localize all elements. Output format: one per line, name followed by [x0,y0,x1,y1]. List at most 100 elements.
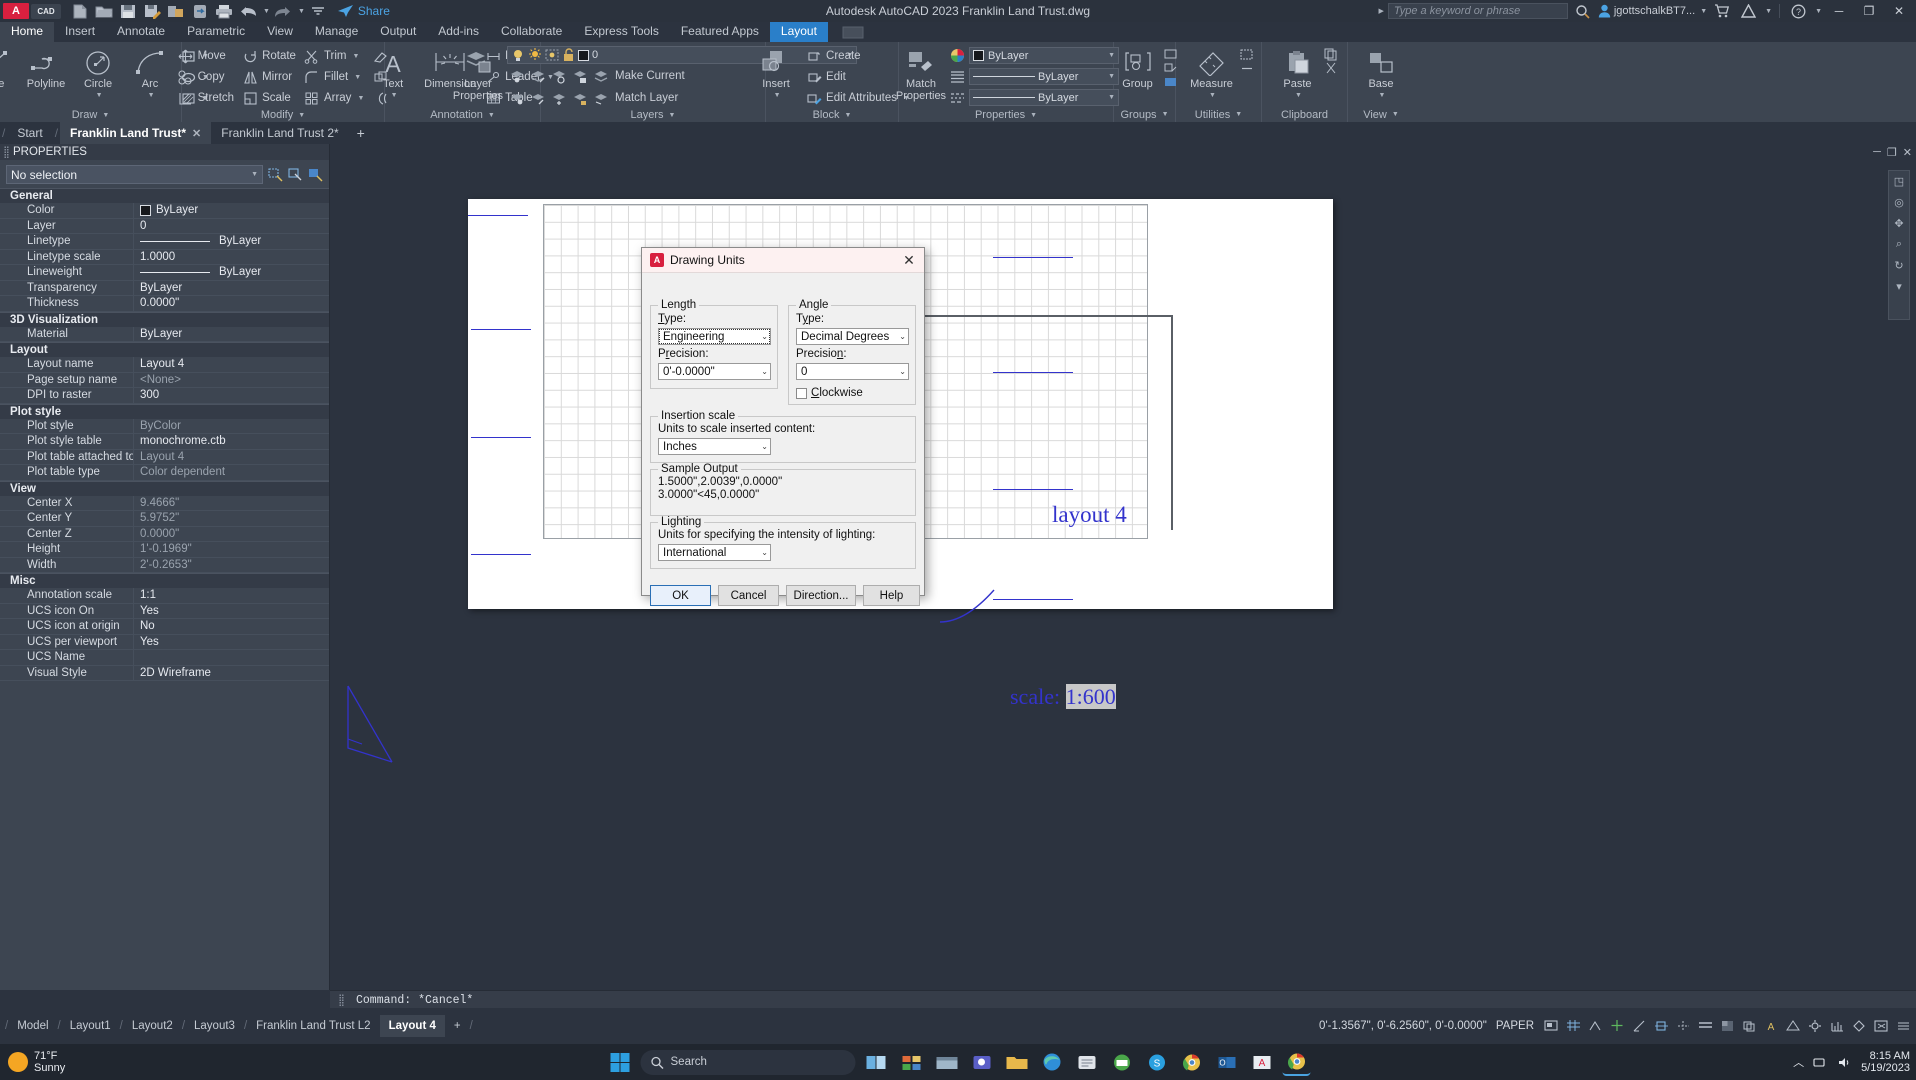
insertion-scale-chevron-down-icon[interactable]: ⌄ [761,442,768,451]
new-file-tab-button[interactable]: + [349,125,373,141]
space-mode-label[interactable]: PAPER [1492,1020,1538,1032]
drawing-close-icon[interactable]: ✕ [1903,146,1912,159]
copy-clip-icon[interactable] [1324,48,1338,61]
layer-freeze-icon[interactable] [528,66,548,86]
property-value-color[interactable]: ByLayer [133,203,329,218]
clockwise-checkbox[interactable] [796,387,807,399]
layer-off-icon[interactable] [549,66,569,86]
layer-merge-icon[interactable] [507,88,527,108]
quick-select-icon[interactable] [267,166,283,183]
annotation-panel-expand-icon[interactable]: ▼ [488,112,495,119]
layout-tab-layout1[interactable]: Layout1 [61,1015,120,1037]
property-row-dpi-to-raster[interactable]: DPI to raster 300 [0,388,329,404]
toggle-value-icon[interactable] [307,166,323,183]
circle-dropdown-icon[interactable]: ▼ [96,90,103,102]
property-row-ucs-per-viewport[interactable]: UCS per viewport Yes [0,634,329,650]
draw-circle-button[interactable]: Circle ▼ [72,46,124,102]
modify-panel-expand-icon[interactable]: ▼ [298,112,305,119]
modify-fillet-button[interactable]: Fillet ▼ [300,67,368,87]
ribbon-tab-parametric[interactable]: Parametric [176,22,256,42]
select-objects-icon[interactable] [287,166,303,183]
close-button[interactable]: ✕ [1886,0,1912,22]
layer-unlock-icon[interactable] [570,88,590,108]
close-icon[interactable]: ✕ [192,127,201,140]
ribbon-panel-overflow-icon[interactable] [842,22,864,42]
drawing-minimize-icon[interactable]: ─ [1873,146,1881,159]
text-dropdown-icon[interactable]: ▼ [391,90,398,102]
ribbon-tab-annotate[interactable]: Annotate [106,22,176,42]
user-account-menu[interactable]: jgottschalkBT7... ▼ [1598,4,1707,18]
property-row-plot-table-attached-to[interactable]: Plot table attached to Layout 4 [0,449,329,465]
redo-dropdown-icon[interactable]: ▼ [298,8,305,15]
ribbon-tab-collaborate[interactable]: Collaborate [490,22,573,42]
quick-select-icon[interactable] [1240,48,1254,61]
chevron-up-icon[interactable]: ︿ [1793,1054,1804,1070]
volume-icon[interactable] [1837,1056,1852,1069]
property-value-annotation-scale[interactable]: 1:1 [133,588,329,603]
isolate-objects-icon[interactable] [1851,1018,1868,1035]
hardware-accel-icon[interactable] [1829,1018,1846,1035]
export-icon[interactable] [165,1,187,21]
property-row-ucs-icon-on[interactable]: UCS icon On Yes [0,603,329,619]
category-plot-style[interactable]: Plot style [0,403,329,419]
layer-isolate-icon[interactable] [507,66,527,86]
angle-precision-chevron-down-icon[interactable]: ⌄ [899,367,906,376]
lineweight-combo[interactable]: ByLayer ▼ [969,89,1119,106]
ok-button[interactable]: OK [650,585,711,606]
nav-more-icon[interactable]: ▾ [1892,279,1906,293]
paste-button[interactable]: Paste ▼ [1272,46,1324,102]
draw-arc-button[interactable]: Arc ▼ [124,46,176,102]
property-value-ucs-name[interactable] [133,650,329,665]
mail-icon[interactable] [1108,1048,1136,1076]
ribbon-tab-express-tools[interactable]: Express Tools [573,22,669,42]
insert-block-button[interactable]: Insert ▼ [750,46,802,102]
draw-polyline-button[interactable]: Polyline [20,46,72,90]
angle-type-chevron-down-icon[interactable]: ⌄ [899,332,906,341]
modify-mirror-button[interactable]: Mirror [238,67,300,87]
layer-properties-button[interactable]: Layer Properties [449,46,507,102]
property-value-center-y[interactable]: 5.9752" [133,511,329,526]
property-value-plot-table-type[interactable]: Color dependent [133,465,329,480]
start-button[interactable] [606,1048,634,1076]
lighting-units-combo[interactable]: International ⌄ [658,544,771,561]
help-icon[interactable]: ? [1787,1,1809,21]
property-row-ucs-name[interactable]: UCS Name [0,650,329,666]
workspace-switch-icon[interactable] [1807,1018,1824,1035]
dialog-close-icon[interactable]: ✕ [898,250,920,270]
property-row-ucs-icon-at-origin[interactable]: UCS icon at origin No [0,619,329,635]
property-row-plot-style[interactable]: Plot style ByColor [0,418,329,434]
cut-clip-icon[interactable] [1324,62,1338,75]
model-space-icon[interactable] [1543,1018,1560,1035]
widgets-icon[interactable] [898,1048,926,1076]
property-value-width[interactable]: 2'-0.2653" [133,557,329,572]
undo-icon[interactable] [237,1,259,21]
polar-tracking-icon[interactable] [1631,1018,1648,1035]
draw-line-button[interactable]: Line [0,46,20,90]
property-value-plot-style[interactable]: ByColor [133,418,329,433]
property-value-linetype-scale[interactable]: 1.0000 [133,249,329,264]
autodesk-app-chevron-icon[interactable]: ▼ [1765,8,1772,15]
ribbon-tab-layout[interactable]: Layout [769,22,828,42]
store-icon[interactable] [1073,1048,1101,1076]
layer-previous-icon[interactable] [528,88,548,108]
open-file-icon[interactable] [93,1,115,21]
property-row-layer[interactable]: Layer 0 [0,218,329,234]
layer-color-swatch[interactable] [578,49,589,61]
property-value-center-z[interactable]: 0.0000" [133,526,329,541]
property-value-transparency[interactable]: ByLayer [133,280,329,295]
zoom-icon[interactable]: ⌕ [1892,237,1906,251]
property-value-thickness[interactable]: 0.0000" [133,296,329,311]
property-value-page-setup-name[interactable]: <None> [133,372,329,387]
taskbar-search-box[interactable]: Search [640,1049,856,1075]
property-value-lineweight[interactable]: ByLayer [133,265,329,280]
cloud-sync-icon[interactable] [189,1,211,21]
insert-dropdown-icon[interactable]: ▼ [774,90,781,102]
clockwise-checkbox-row[interactable]: Clockwise [796,387,863,399]
unlock-icon[interactable] [562,48,575,62]
property-row-material[interactable]: Material ByLayer [0,326,329,342]
layer-turn-all-on-icon[interactable] [549,88,569,108]
insertion-scale-combo[interactable]: Inches ⌄ [658,438,771,455]
property-row-center-x[interactable]: Center X 9.4666" [0,495,329,511]
property-row-center-z[interactable]: Center Z 0.0000" [0,526,329,542]
modify-scale-button[interactable]: Scale [238,88,300,108]
